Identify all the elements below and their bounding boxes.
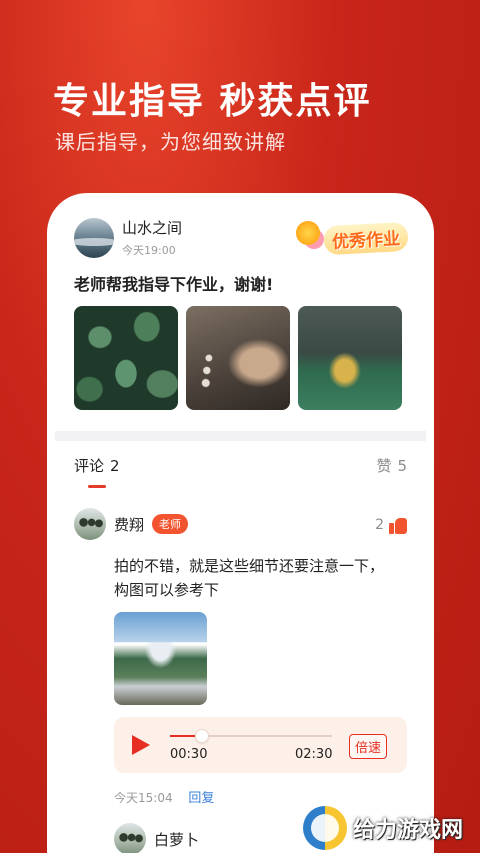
audio-player: 00:30 02:30 倍速: [114, 717, 407, 773]
post-photos: [74, 306, 402, 410]
teacher-tag: 老师: [152, 514, 189, 534]
tab-comments-count: 2: [110, 457, 120, 475]
photo-soil-in-hands[interactable]: [186, 306, 290, 410]
comment-image-mountain[interactable]: [114, 612, 207, 705]
watermark-text: 给力游戏网: [353, 818, 464, 843]
comment-item: 白萝卜: [114, 823, 199, 853]
photo-lake-trees[interactable]: [298, 306, 402, 410]
audio-progress-knob[interactable]: [196, 730, 209, 742]
section-divider: [55, 431, 426, 441]
phone-card: 山水之间 今天19:00 优秀作业 老师帮我指导下作业，谢谢! 评论 2 赞5 费…: [47, 193, 434, 853]
play-icon[interactable]: [132, 735, 150, 755]
thumb-up-icon: [389, 516, 407, 534]
post-text: 老师帮我指导下作业，谢谢!: [74, 275, 274, 294]
comment-tabs: 评论 2 赞5: [74, 455, 407, 488]
comment-footer: 今天15:04 回复: [114, 787, 407, 806]
comment-like-count: 2: [375, 517, 384, 533]
audio-progress-track[interactable]: [170, 730, 332, 742]
tab-likes-label: 赞: [376, 457, 392, 475]
flower-icon: [296, 221, 320, 245]
comment-time: 今天15:04: [114, 791, 173, 805]
hero-subtitle: 课后指导，为您细致讲解: [55, 130, 286, 154]
watermark: 给力游戏网: [303, 806, 463, 850]
audio-current-time: 00:30: [170, 747, 208, 762]
comment-body: 拍的不错，就是这些细节还要注意一下， 构图可以参考下: [114, 554, 407, 602]
post-header: 山水之间 今天19:00: [74, 217, 182, 258]
hero-title: 专业指导 秒获点评: [53, 81, 372, 122]
post-meta: 山水之间 今天19:00: [122, 217, 182, 258]
avatar[interactable]: [74, 217, 114, 258]
post-username[interactable]: 山水之间: [122, 217, 182, 238]
tab-comments[interactable]: 评论 2: [74, 455, 120, 476]
comment-header: 费翔 老师: [74, 508, 407, 540]
comment-body-line: 拍的不错，就是这些细节还要注意一下，: [114, 557, 385, 575]
comment-item: 费翔 老师 2 拍的不错，就是这些细节还要注意一下， 构图可以参考下 00:30…: [74, 508, 407, 806]
photo-leaves[interactable]: [74, 306, 178, 410]
comment-body-line: 构图可以参考下: [114, 581, 220, 599]
excellent-homework-badge: 优秀作业: [294, 219, 409, 257]
badge-label: 优秀作业: [323, 221, 409, 255]
post-time: 今天19:00: [122, 244, 176, 257]
tab-comments-label: 评论: [74, 457, 105, 475]
active-tab-indicator: [88, 485, 106, 488]
playback-speed-button[interactable]: 倍速: [348, 734, 387, 759]
commenter-name[interactable]: 费翔: [114, 514, 144, 535]
comment-like-button[interactable]: 2: [375, 516, 407, 534]
watermark-logo: [303, 806, 347, 850]
audio-total-time: 02:30: [295, 747, 333, 762]
commenter-name[interactable]: 白萝卜: [154, 829, 199, 850]
avatar[interactable]: [74, 508, 106, 540]
tab-likes[interactable]: 赞5: [376, 455, 407, 476]
tab-likes-count: 5: [397, 457, 407, 475]
reply-link[interactable]: 回复: [188, 791, 214, 806]
avatar[interactable]: [114, 823, 146, 853]
